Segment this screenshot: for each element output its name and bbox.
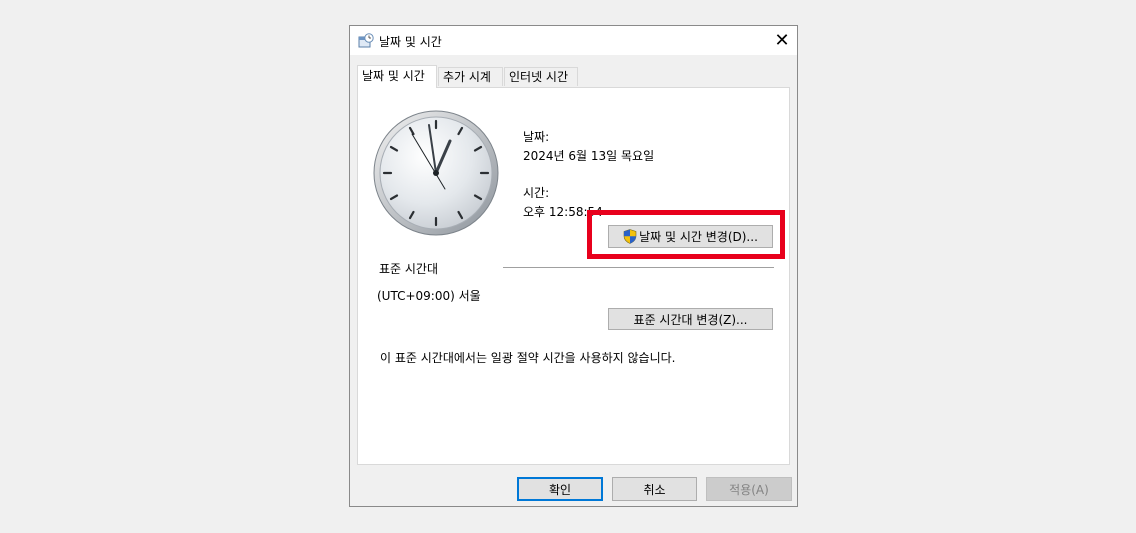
close-button[interactable]: ✕	[767, 26, 797, 55]
date-value: 2024년 6월 13일 목요일	[523, 149, 655, 163]
close-icon: ✕	[774, 30, 790, 51]
time-label: 시간:	[523, 186, 550, 200]
title-bar: 날짜 및 시간 ✕	[350, 26, 797, 55]
ok-label: 확인	[548, 482, 572, 497]
ok-button[interactable]: 확인	[517, 477, 603, 501]
cancel-label: 취소	[643, 482, 666, 497]
date-label: 날짜:	[523, 130, 550, 144]
change-timezone-label: 표준 시간대 변경(Z)...	[633, 312, 748, 327]
highlight-box	[587, 210, 785, 259]
analog-clock	[373, 110, 499, 236]
change-timezone-button[interactable]: 표준 시간대 변경(Z)...	[608, 308, 773, 330]
dst-note: 이 표준 시간대에서는 일광 절약 시간을 사용하지 않습니다.	[380, 351, 676, 365]
tab-additional-clocks[interactable]: 추가 시계	[438, 67, 503, 86]
date-time-dialog: 날짜 및 시간 ✕ 날짜 및 시간 추가 시계 인터넷 시간 날짜: 2024년…	[349, 25, 798, 507]
timezone-divider	[503, 267, 774, 268]
apply-button[interactable]: 적용(A)	[706, 477, 792, 501]
timezone-group-label: 표준 시간대	[379, 262, 439, 276]
date-time-control-panel-icon	[358, 33, 374, 48]
tab-panel-date-time: 날짜: 2024년 6월 13일 목요일 시간: 오후 12:58:54 날짜 …	[357, 87, 790, 465]
cancel-button[interactable]: 취소	[612, 477, 697, 501]
dialog-title: 날짜 및 시간	[379, 35, 442, 49]
tab-date-time[interactable]: 날짜 및 시간	[357, 65, 437, 88]
apply-label: 적용(A)	[729, 482, 769, 497]
timezone-value: (UTC+09:00) 서울	[377, 289, 481, 303]
tab-internet-time[interactable]: 인터넷 시간	[504, 67, 578, 86]
